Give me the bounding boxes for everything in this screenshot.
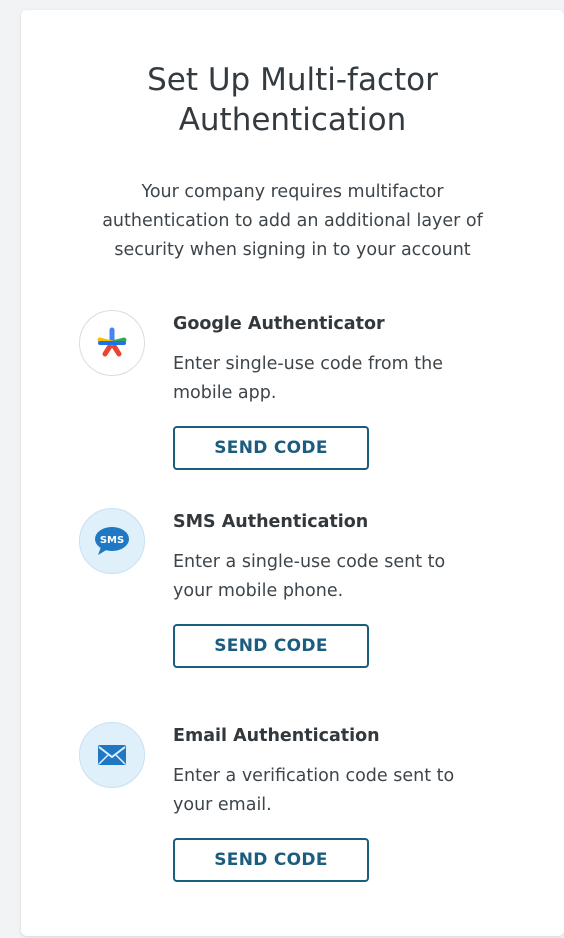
- sms-icon-circle: SMS: [79, 508, 145, 574]
- method-description: Enter single-use code from the mobile ap…: [173, 350, 503, 408]
- method-name: Email Authentication: [173, 726, 380, 746]
- page-title: Set Up Multi-factor Authentication: [21, 60, 564, 140]
- mfa-setup-card: Set Up Multi-factor Authentication Your …: [21, 10, 564, 936]
- sms-send-code-button[interactable]: SEND CODE: [173, 624, 369, 668]
- method-description-line2: mobile app.: [173, 383, 277, 403]
- page-subtitle: Your company requires multifactor authen…: [61, 178, 524, 265]
- method-description-line1: Enter a verification code sent to: [173, 766, 455, 786]
- subtitle-line2: authentication to add an additional laye…: [102, 211, 483, 231]
- email-send-code-button[interactable]: SEND CODE: [173, 838, 369, 882]
- google-authenticator-icon: [79, 310, 145, 376]
- page-title-line1: Set Up Multi-factor: [147, 62, 438, 98]
- method-description-line1: Enter single-use code from the: [173, 354, 443, 374]
- method-description-line2: your email.: [173, 795, 272, 815]
- email-icon-circle: [79, 722, 145, 788]
- method-description-line1: Enter a single-use code sent to: [173, 552, 446, 572]
- google-send-code-button[interactable]: SEND CODE: [173, 426, 369, 470]
- google-asterisk-icon: [97, 327, 127, 357]
- method-description: Enter a verification code sent to your e…: [173, 762, 503, 820]
- method-name: Google Authenticator: [173, 314, 385, 334]
- page-title-line2: Authentication: [178, 102, 407, 138]
- sms-icon-text: SMS: [100, 535, 124, 546]
- method-description: Enter a single-use code sent to your mob…: [173, 548, 503, 606]
- subtitle-line1: Your company requires multifactor: [141, 182, 444, 202]
- sms-icon: SMS: [95, 527, 129, 555]
- method-name: SMS Authentication: [173, 512, 369, 532]
- subtitle-line3: security when signing in to your account: [114, 240, 471, 260]
- email-envelope-icon: [98, 745, 126, 765]
- method-description-line2: your mobile phone.: [173, 581, 344, 601]
